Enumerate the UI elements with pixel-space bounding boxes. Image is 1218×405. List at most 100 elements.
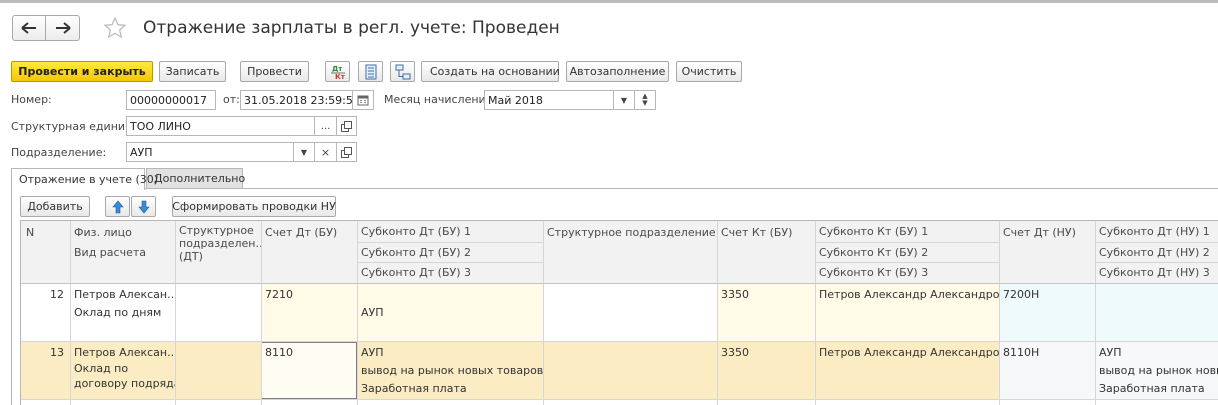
close-icon: × — [320, 145, 331, 159]
tab-additional[interactable]: Дополнительно — [146, 168, 245, 189]
unit-select-button[interactable]: ... — [315, 116, 337, 136]
col-acc-dt-nu[interactable]: Счет Дт (НУ) — [1000, 223, 1095, 242]
calendar-button[interactable] — [353, 90, 374, 110]
add-row-button[interactable]: Добавить — [20, 196, 90, 217]
number-label: Номер: — [11, 93, 52, 106]
col-person[interactable]: Физ. лицо — [71, 223, 175, 242]
col-acc-kt-bu[interactable]: Счет Кт (БУ) — [718, 223, 815, 242]
row-calc-type-line1: Оклад по — [74, 362, 129, 375]
date-field[interactable]: 31.05.2018 23:59:59 — [240, 90, 353, 110]
unit-field[interactable]: ТОО ЛИНО — [126, 116, 315, 136]
unit-label: Структурная единица: — [11, 120, 143, 133]
open-window-icon — [341, 146, 352, 158]
arrow-down-icon — [137, 200, 150, 213]
row-sub-nu2: вывод на рынок новых — [1099, 364, 1218, 377]
col-acc-dt-bu[interactable]: Счет Дт (БУ) — [262, 223, 357, 242]
ellipsis-icon: ... — [320, 120, 331, 132]
unit-open-button[interactable] — [337, 116, 357, 136]
month-label: Месяц начисления: — [384, 93, 496, 106]
autofill-button[interactable]: Автозаполнение — [566, 61, 669, 82]
row-number: 14 — [23, 400, 67, 405]
star-icon — [103, 16, 127, 39]
window-top-border — [0, 0, 1218, 3]
col-sub-dt-nu2[interactable]: Субконто Дт (НУ) 2 — [1096, 243, 1218, 262]
number-field[interactable]: 00000000017 — [126, 90, 216, 110]
dt-kt-icon: Дт Кт — [330, 65, 346, 80]
col-sub-dt-bu1[interactable]: Субконто Дт (БУ) 1 — [358, 222, 543, 241]
row-acc-dt-nu: 7200Н — [1003, 288, 1040, 301]
move-up-button[interactable] — [105, 196, 130, 217]
report-button[interactable] — [358, 61, 383, 82]
col-sub-dt-bu3[interactable]: Субконто Дт (БУ) 3 — [358, 263, 543, 282]
create-based-label: Создать на основании — [430, 65, 560, 78]
page-title: Отражение зарплаты в регл. учете: Провед… — [143, 18, 560, 38]
row-acc-kt: 3350 — [721, 288, 749, 301]
col-struct-dt-line3: (ДТ) — [179, 250, 203, 263]
row-sub-nu3: Заработная плата — [1099, 382, 1205, 395]
dept-field[interactable]: АУП — [126, 142, 294, 162]
col-sub-dt-bu2[interactable]: Субконто Дт (БУ) 2 — [358, 243, 543, 262]
table-row-partial[interactable] — [21, 400, 1218, 405]
clear-button[interactable]: Очистить — [676, 61, 742, 82]
col-sub-kt-bu3[interactable]: Субконто Кт (БУ) 3 — [816, 263, 999, 282]
hierarchy-icon — [395, 64, 410, 79]
month-field[interactable]: Май 2018 — [484, 90, 614, 110]
row-acc-kt: 3350 — [721, 346, 749, 359]
post-and-close-button[interactable]: Провести и закрыть — [11, 61, 153, 82]
create-based-on-dropdown[interactable]: Создать на основании ▼ — [421, 61, 572, 82]
structure-button[interactable] — [390, 61, 415, 82]
row-sub-dt1: АУП — [361, 346, 384, 359]
col-sub-dt-nu3[interactable]: Субконто Дт (НУ) 3 — [1096, 263, 1218, 282]
entries-table: N Физ. лицо Вид расчета Структурное подр… — [20, 220, 1218, 405]
date-from-label: от: — [223, 93, 240, 106]
arrow-left-icon — [21, 22, 36, 34]
dept-label: Подразделение: — [11, 146, 107, 159]
form-tax-entries-button[interactable]: Сформировать проводки НУ — [172, 196, 336, 217]
row-acc-dt: 7210 — [265, 288, 293, 301]
month-spinner[interactable]: ▲ ▼ — [635, 90, 656, 110]
dept-open-button[interactable] — [337, 142, 357, 162]
col-struct-kt[interactable]: Структурное подразделение (Кт) — [544, 223, 717, 242]
move-down-button[interactable] — [131, 196, 156, 217]
svg-text:Кт: Кт — [335, 73, 346, 80]
row-calc-type-line2: договору подряда — [74, 377, 175, 390]
month-dropdown-button[interactable]: ▼ — [614, 90, 635, 110]
row-calc-type: Оклад по договору подряда — [71, 361, 175, 391]
back-button[interactable] — [12, 15, 46, 41]
col-sub-dt-nu1[interactable]: Субконто Дт (НУ) 1 — [1096, 222, 1218, 241]
open-window-icon — [341, 120, 352, 132]
row-sub-dt2: вывод на рынок новых товаров (... — [361, 364, 543, 377]
chevron-down-icon: ▼ — [300, 147, 308, 157]
dept-clear-button[interactable]: × — [315, 142, 337, 162]
svg-text:Дт: Дт — [332, 65, 343, 73]
arrow-right-icon — [55, 22, 71, 34]
col-n[interactable]: N — [23, 223, 67, 242]
col-struct-dt[interactable]: Структурное подразделен... (ДТ) — [176, 221, 261, 263]
spin-down-icon: ▼ — [642, 99, 648, 107]
forward-button[interactable] — [46, 15, 80, 41]
row-sub-nu1: АУП — [1099, 346, 1122, 359]
row-acc-dt-nu: 8110Н — [1003, 346, 1040, 359]
col-sub-kt-bu2[interactable]: Субконто Кт (БУ) 2 — [816, 243, 999, 262]
dt-kt-entries-button[interactable]: Дт Кт — [325, 61, 350, 82]
post-button[interactable]: Провести — [240, 61, 309, 82]
navigation-buttons — [12, 15, 80, 41]
col-struct-dt-line2: подразделен... — [179, 237, 261, 250]
row-number: 12 — [50, 288, 64, 301]
row-calc-type: Оклад по дням — [74, 306, 162, 319]
chevron-down-icon: ▼ — [620, 95, 628, 105]
row-sub-dt2: АУП — [361, 306, 384, 319]
row-acc-dt[interactable]: 8110 — [262, 343, 357, 362]
row-sub-kt1: Петров Александр Александров... — [819, 346, 999, 359]
row-person: Петров Алексан... — [74, 288, 175, 301]
col-struct-dt-line1: Структурное — [179, 224, 254, 237]
col-sub-kt-bu1[interactable]: Субконто Кт (БУ) 1 — [816, 222, 999, 241]
row-sub-dt3: Заработная плата — [361, 382, 467, 395]
calendar-icon — [357, 95, 369, 106]
save-button[interactable]: Записать — [159, 61, 226, 82]
favorite-star-button[interactable] — [102, 15, 128, 41]
row-sub-kt1: Петров Александр Александров... — [819, 288, 999, 301]
col-calc-type[interactable]: Вид расчета — [71, 243, 175, 262]
dept-dropdown-button[interactable]: ▼ — [294, 142, 315, 162]
tab-accounting[interactable]: Отражение в учете (30) — [11, 168, 158, 190]
